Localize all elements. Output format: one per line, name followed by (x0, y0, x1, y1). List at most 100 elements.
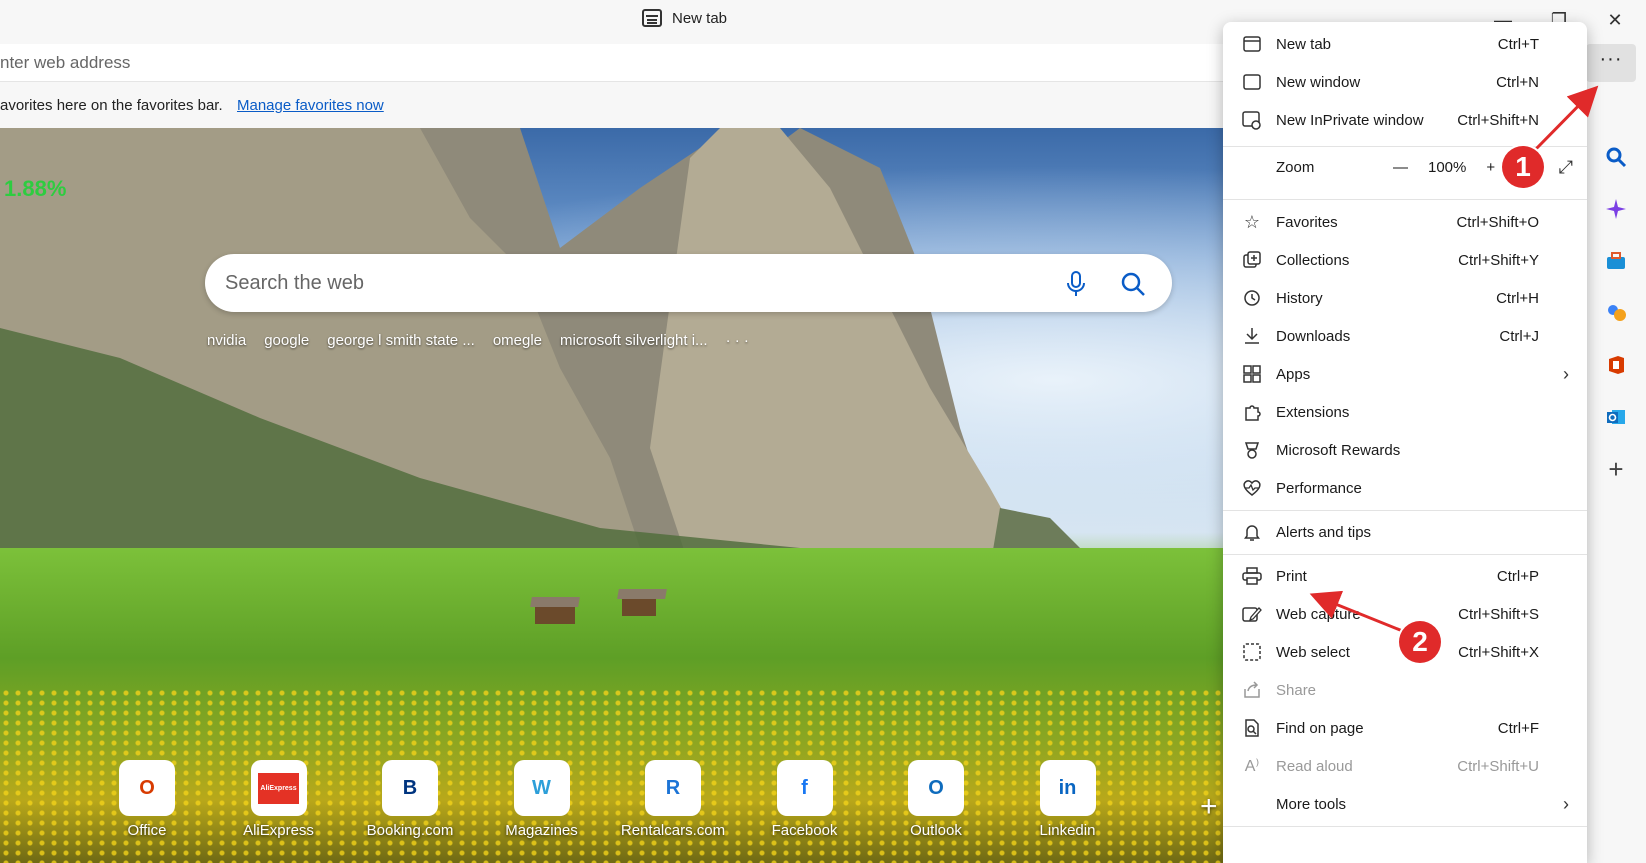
menu-downloads[interactable]: Downloads Ctrl+J (1223, 316, 1587, 356)
stock-ticker[interactable]: 1.88% (4, 176, 66, 202)
menu-history[interactable]: History Ctrl+H (1223, 278, 1587, 318)
hut (535, 606, 575, 624)
magazines-icon: W (513, 760, 570, 816)
menu-label: Web select (1276, 643, 1350, 661)
linkedin-icon: in (1039, 760, 1096, 816)
menu-print[interactable]: Print Ctrl+P (1223, 556, 1587, 596)
menu-label: Web capture (1276, 605, 1361, 623)
menu-shortcut: Ctrl+N (1496, 73, 1539, 91)
quick-link[interactable]: R Rentalcars.com (618, 760, 728, 839)
menu-more-tools[interactable]: More tools › (1223, 784, 1587, 824)
menu-performance[interactable]: Performance (1223, 468, 1587, 508)
find-icon (1241, 717, 1263, 739)
quick-link-label: AliExpress (243, 822, 314, 839)
search-suggestion[interactable]: george l smith state ... (327, 332, 475, 349)
menu-divider (1223, 554, 1587, 555)
quick-link-label: Outlook (910, 822, 962, 839)
search-icon[interactable] (1119, 270, 1147, 298)
quick-link[interactable]: O Office (92, 760, 202, 839)
heart-pulse-icon (1241, 477, 1263, 499)
quick-link[interactable]: W Magazines (487, 760, 597, 839)
menu-label: Performance (1276, 479, 1362, 497)
menu-shortcut: Ctrl+Shift+N (1457, 111, 1539, 129)
menu-label: Microsoft Rewards (1276, 441, 1401, 459)
active-tab[interactable]: New tab (642, 9, 727, 27)
menu-label: Apps (1276, 365, 1311, 383)
zoom-in-button[interactable]: + (1486, 159, 1495, 176)
menu-favorites[interactable]: ☆ Favorites Ctrl+Shift+O (1223, 202, 1587, 242)
menu-alerts-and-tips[interactable]: Alerts and tips (1223, 512, 1587, 552)
menu-find-on-page[interactable]: Find on page Ctrl+F (1223, 708, 1587, 748)
games-icon[interactable] (1603, 300, 1629, 326)
search-suggestion[interactable]: · · · (726, 332, 749, 349)
menu-label: New tab (1276, 35, 1332, 53)
office-icon[interactable] (1603, 352, 1629, 378)
aliexpress-icon: AliExpress (250, 760, 307, 816)
microphone-icon[interactable] (1063, 270, 1089, 298)
address-input[interactable] (0, 44, 1200, 82)
favorites-bar-text: avorites here on the favorites bar. (0, 97, 223, 114)
add-shortcut-button[interactable]: + (1200, 790, 1218, 824)
menu-label: History (1276, 289, 1323, 307)
quick-link[interactable]: in Linkedin (1013, 760, 1123, 839)
menu-shortcut: Ctrl+Shift+U (1457, 757, 1539, 775)
menu-label: Alerts and tips (1276, 523, 1372, 541)
menu-shortcut: Ctrl+T (1497, 35, 1539, 53)
quick-link[interactable]: O Outlook (881, 760, 991, 839)
tools-icon[interactable] (1603, 248, 1629, 274)
hut (622, 598, 656, 616)
menu-label: New InPrivate window (1276, 111, 1424, 129)
menu-divider (1223, 826, 1587, 827)
menu-apps[interactable]: Apps › (1223, 354, 1587, 394)
booking-icon: B (382, 760, 438, 816)
menu-shortcut: Ctrl+Shift+O (1456, 213, 1539, 231)
search-suggestion[interactable]: microsoft silverlight i... (560, 332, 708, 349)
quick-link-label: Office (127, 822, 167, 839)
new-tab-icon (1241, 33, 1263, 55)
settings-and-more-button[interactable]: ··· (1586, 44, 1636, 82)
download-icon (1241, 325, 1263, 347)
outlook-icon: O (908, 760, 964, 816)
menu-divider (1223, 199, 1587, 200)
quick-link-label: Linkedin (1039, 822, 1096, 839)
menu-new-tab[interactable]: New tab Ctrl+T (1223, 24, 1587, 64)
share-icon (1241, 679, 1263, 701)
menu-new-window[interactable]: New window Ctrl+N (1223, 62, 1587, 102)
menu-extensions[interactable]: Extensions (1223, 392, 1587, 432)
search-suggestion[interactable]: nvidia (207, 332, 246, 349)
zoom-out-button[interactable]: — (1393, 159, 1408, 176)
quick-link[interactable]: AliExpress AliExpress (224, 760, 334, 839)
web-select-icon (1241, 641, 1263, 663)
address-bar (0, 44, 1240, 82)
copilot-icon[interactable] (1603, 196, 1629, 222)
add-sidebar-app-icon[interactable]: + (1603, 454, 1629, 484)
quick-link[interactable]: B Booking.com (355, 760, 465, 839)
menu-microsoft-rewards[interactable]: Microsoft Rewards (1223, 430, 1587, 470)
office-icon: O (119, 760, 175, 816)
menu-shortcut: Ctrl+Shift+S (1458, 605, 1539, 623)
menu-collections[interactable]: Collections Ctrl+Shift+Y (1223, 240, 1587, 280)
outlook-icon[interactable] (1603, 404, 1629, 430)
read-aloud-icon: A⁾ (1244, 758, 1260, 775)
menu-label: Zoom (1276, 158, 1315, 176)
menu-divider (1223, 510, 1587, 511)
search-suggestion[interactable]: omegle (493, 332, 542, 349)
menu-shortcut: Ctrl+H (1496, 289, 1539, 307)
menu-label: Print (1276, 567, 1307, 585)
inprivate-icon (1241, 109, 1263, 131)
fullscreen-icon[interactable]: ⤢ (1559, 157, 1573, 178)
search-icon[interactable] (1603, 144, 1629, 170)
new-tab-icon (642, 9, 662, 27)
search-suggestion[interactable]: google (264, 332, 309, 349)
quick-link[interactable]: f Facebook (750, 760, 860, 839)
menu-shortcut: Ctrl+Shift+Y (1458, 251, 1539, 269)
close-window-button[interactable]: ✕ (1600, 6, 1630, 34)
edge-sidebar: + (1586, 128, 1646, 863)
menu-new-inprivate-window[interactable]: New InPrivate window Ctrl+Shift+N (1223, 100, 1587, 140)
quick-link-label: Booking.com (366, 822, 454, 839)
manage-favorites-link[interactable]: Manage favorites now (237, 97, 384, 114)
collections-icon (1241, 249, 1263, 271)
search-input[interactable] (225, 254, 1025, 312)
rewards-icon (1241, 439, 1263, 461)
menu-label: Extensions (1276, 403, 1350, 421)
